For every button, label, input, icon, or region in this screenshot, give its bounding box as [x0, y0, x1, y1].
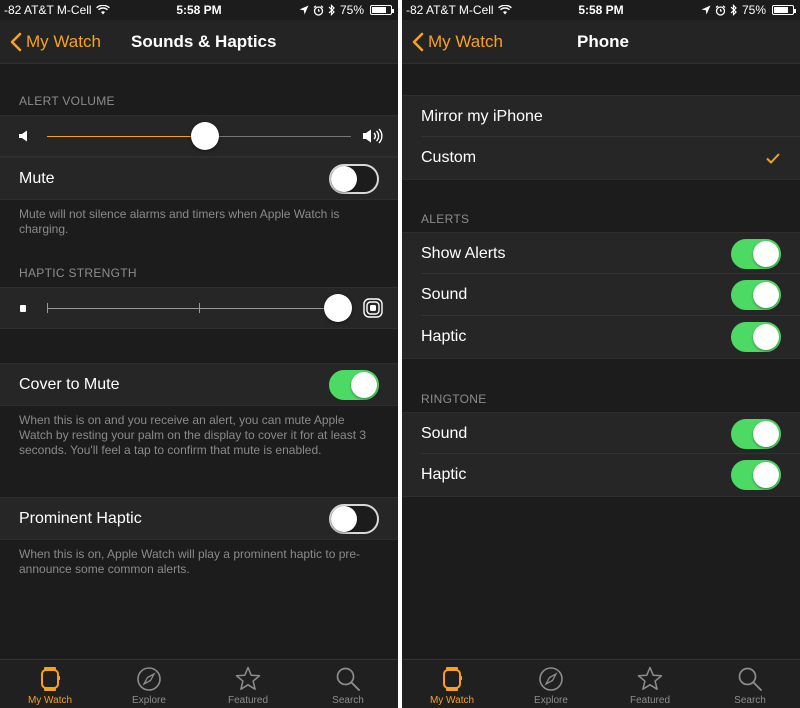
status-bar: -82 AT&T M-Cell 5:58 PM 75% [402, 0, 800, 20]
nav-bar: My Watch Phone [402, 20, 800, 64]
mirror-iphone-row[interactable]: Mirror my iPhone [402, 95, 800, 138]
search-icon [336, 667, 360, 691]
bluetooth-icon [328, 4, 335, 16]
ringtone-sound-row: Sound [402, 412, 800, 455]
mute-toggle[interactable] [329, 164, 379, 194]
phone-screen: -82 AT&T M-Cell 5:58 PM 75% My Watch Pho… [402, 0, 800, 708]
alert-volume-row [0, 115, 398, 157]
ringtone-haptic-row: Haptic [402, 454, 800, 497]
bluetooth-icon [730, 4, 737, 16]
show-alerts-label: Show Alerts [421, 244, 506, 262]
ringtone-sound-label: Sound [421, 424, 468, 442]
haptic-strength-slider[interactable] [324, 294, 352, 322]
alert-volume-header: ALERT VOLUME [19, 94, 115, 108]
watch-icon [41, 667, 60, 691]
show-alerts-row: Show Alerts [402, 232, 800, 275]
alerts-haptic-row: Haptic [402, 316, 800, 359]
status-bar: -82 AT&T M-Cell 5:58 PM 75% [0, 0, 398, 20]
tab-label: My Watch [27, 695, 73, 706]
ringtone-haptic-label: Haptic [421, 466, 467, 483]
mirror-iphone-label: Mirror my iPhone [421, 107, 543, 125]
prominent-haptic-row: Prominent Haptic [0, 497, 398, 540]
chevron-left-icon [10, 32, 22, 52]
battery-percent: 75% [741, 3, 766, 17]
compass-icon [137, 667, 161, 691]
back-button[interactable]: My Watch [412, 20, 503, 64]
tab-featured[interactable]: Featured [600, 660, 700, 708]
chevron-left-icon [412, 32, 424, 52]
tab-label: Featured [227, 695, 269, 706]
mute-row: Mute [0, 157, 398, 200]
back-button[interactable]: My Watch [10, 20, 101, 64]
haptic-high-icon [363, 298, 383, 318]
tab-label: Search [332, 695, 364, 706]
tab-bar: My Watch Explore Featured Search [402, 659, 800, 708]
cover-to-mute-row: Cover to Mute [0, 363, 398, 406]
battery-percent: 75% [339, 3, 364, 17]
mute-note: Mute will not silence alarms and timers … [19, 207, 340, 236]
ringtone-header: RINGTONE [421, 392, 487, 406]
alerts-header: ALERTS [421, 212, 470, 226]
cover-to-mute-note: When this is on and you receive an alert… [19, 413, 367, 457]
tab-label: My Watch [429, 695, 475, 706]
ringtone-sound-toggle[interactable] [731, 419, 781, 449]
star-icon [235, 666, 261, 690]
speaker-high-icon [363, 128, 383, 144]
tab-label: Featured [629, 695, 671, 706]
alerts-sound-row: Sound [402, 274, 800, 317]
cover-to-mute-label: Cover to Mute [19, 375, 120, 393]
mute-label: Mute [19, 169, 55, 187]
page-title: Sounds & Haptics [131, 32, 277, 51]
cover-to-mute-toggle[interactable] [329, 370, 379, 400]
back-label: My Watch [428, 32, 503, 51]
ringtone-haptic-toggle[interactable] [731, 460, 781, 490]
alerts-sound-label: Sound [421, 286, 468, 303]
location-icon [701, 5, 711, 15]
alerts-haptic-toggle[interactable] [731, 322, 781, 352]
alarm-icon [715, 4, 726, 16]
location-icon [299, 5, 309, 15]
tab-my-watch[interactable]: My Watch [402, 660, 502, 708]
battery-icon [772, 5, 796, 15]
tab-featured[interactable]: Featured [198, 660, 298, 708]
alerts-haptic-label: Haptic [421, 328, 467, 345]
custom-row[interactable]: Custom [402, 137, 800, 180]
haptic-low-icon [20, 305, 26, 312]
star-icon [637, 666, 663, 690]
alerts-sound-toggle[interactable] [731, 280, 781, 310]
tab-explore[interactable]: Explore [99, 660, 199, 708]
tab-my-watch[interactable]: My Watch [0, 660, 100, 708]
haptic-strength-row [0, 287, 398, 329]
sounds-haptics-screen: -82 AT&T M-Cell 5:58 PM 75% My Watch Sou… [0, 0, 398, 708]
alarm-icon [313, 4, 324, 16]
watch-icon [443, 667, 462, 691]
tab-label: Explore [534, 695, 568, 706]
tab-bar: My Watch Explore Featured Search [0, 659, 398, 708]
compass-icon [539, 667, 563, 691]
haptic-strength-header: HAPTIC STRENGTH [19, 266, 137, 280]
prominent-haptic-toggle[interactable] [329, 504, 379, 534]
custom-label: Custom [421, 149, 477, 166]
checkmark-icon [766, 152, 780, 164]
speaker-low-icon [19, 130, 27, 142]
tab-search[interactable]: Search [298, 660, 398, 708]
tab-label: Search [734, 695, 766, 706]
page-title: Phone [577, 32, 629, 51]
alert-volume-slider[interactable] [191, 122, 219, 150]
nav-bar: My Watch Sounds & Haptics [0, 20, 398, 64]
prominent-haptic-note: When this is on, Apple Watch will play a… [19, 547, 361, 576]
tab-explore[interactable]: Explore [501, 660, 601, 708]
show-alerts-toggle[interactable] [731, 239, 781, 269]
back-label: My Watch [26, 32, 101, 51]
tab-label: Explore [132, 695, 166, 706]
prominent-haptic-label: Prominent Haptic [19, 509, 142, 527]
battery-icon [370, 5, 394, 15]
tab-search[interactable]: Search [700, 660, 800, 708]
search-icon [738, 667, 762, 691]
